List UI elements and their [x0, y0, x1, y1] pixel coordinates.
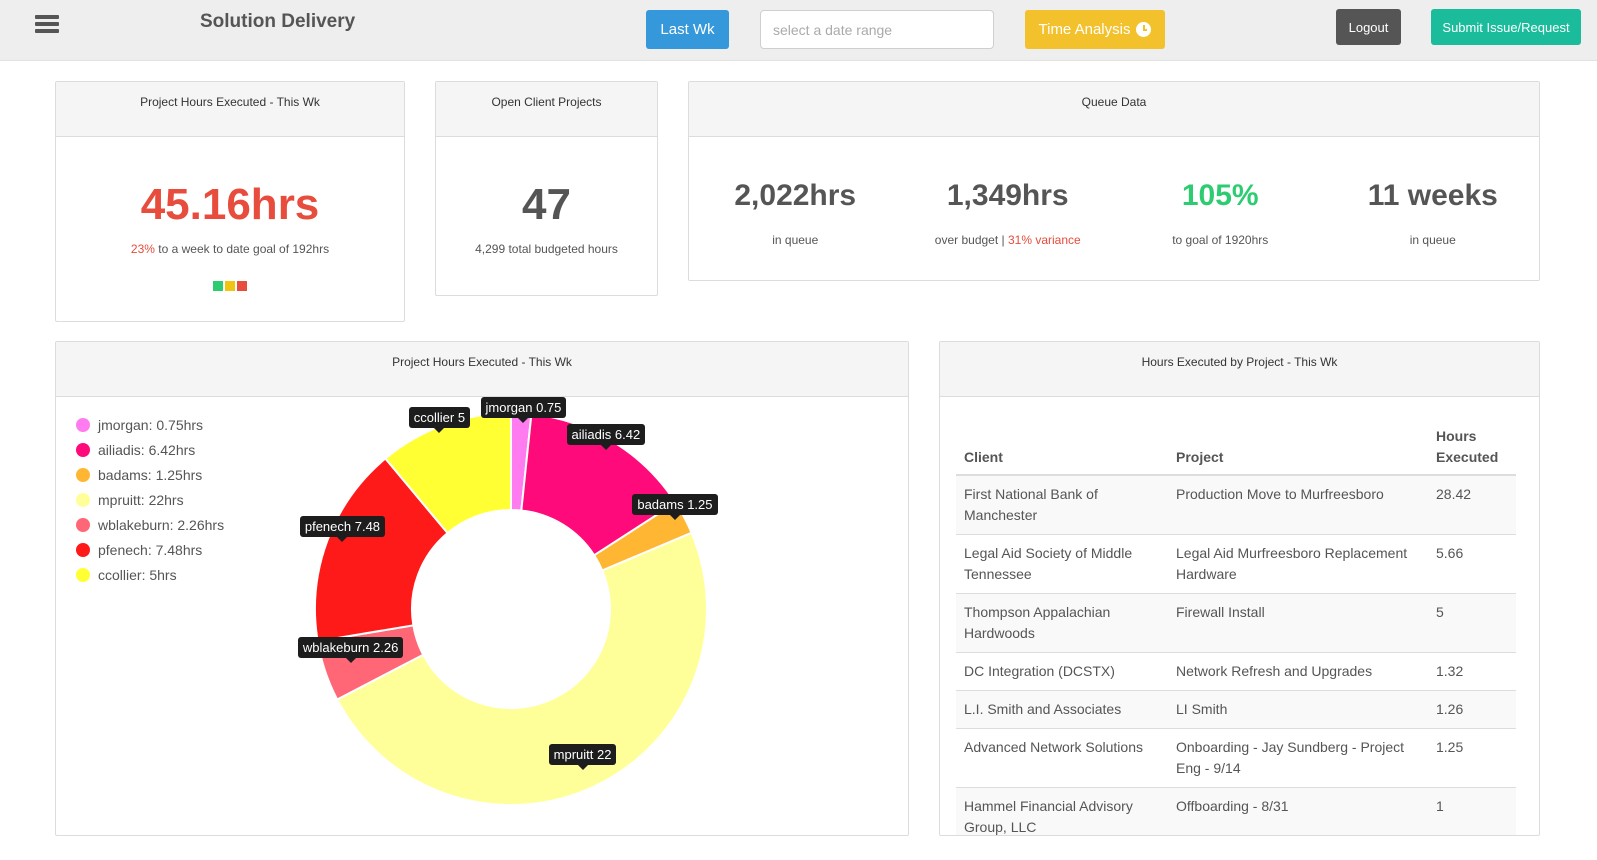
queue-value: 105%	[1181, 179, 1259, 212]
cell-client: DC Integration (DCSTX)	[956, 652, 1168, 691]
queue-stat-weeks: 11 weeks in queue	[1327, 179, 1540, 247]
cell-hours: 1.25	[1428, 728, 1516, 788]
queue-label-row: over budget | 31% variance	[902, 233, 1115, 247]
queue-value: 11 weeks	[1367, 179, 1498, 212]
table-header-row: Client Project Hours Executed	[956, 420, 1516, 476]
card-title: Project Hours Executed - This Wk	[56, 82, 404, 137]
projects-table: Client Project Hours Executed First Nati…	[956, 420, 1516, 835]
time-analysis-button[interactable]: Time Analysis	[1025, 10, 1165, 49]
queue-label: in queue	[772, 233, 819, 247]
queue-label: in queue	[1409, 233, 1456, 247]
card-title: Open Client Projects	[436, 82, 657, 137]
card-title: Project Hours Executed - This Wk	[56, 342, 908, 397]
project-hours-card: Project Hours Executed - This Wk 45.16hr…	[55, 81, 405, 322]
logout-button[interactable]: Logout	[1336, 9, 1401, 45]
cell-client: Hammel Financial Advisory Group, LLC	[956, 787, 1168, 835]
submit-issue-button[interactable]: Submit Issue/Request	[1431, 9, 1581, 45]
cell-hours: 1	[1428, 787, 1516, 835]
cell-project: Production Move to Murfreesboro	[1168, 474, 1428, 535]
table-row: L.I. Smith and Associates LI Smith 1.26	[956, 690, 1516, 729]
status-yellow	[225, 281, 235, 291]
top-bar: Solution Delivery Last Wk Time Analysis …	[0, 0, 1597, 61]
variance-text: 31% variance	[1007, 233, 1081, 247]
status-red	[237, 281, 247, 291]
cell-client: L.I. Smith and Associates	[956, 690, 1168, 729]
status-indicator	[56, 281, 404, 291]
hours-by-project-card: Hours Executed by Project - This Wk Clie…	[939, 341, 1540, 836]
cell-client: Advanced Network Solutions	[956, 728, 1168, 788]
projects-value: 47	[522, 180, 571, 229]
cell-client: Thompson Appalachian Hardwoods	[956, 593, 1168, 653]
cell-project: Network Refresh and Upgrades	[1168, 652, 1428, 691]
menu-icon[interactable]	[35, 15, 59, 37]
time-analysis-label: Time Analysis	[1038, 21, 1131, 38]
hours-value: 45.16hrs	[140, 180, 320, 229]
cell-hours: 28.42	[1428, 474, 1516, 535]
card-title: Hours Executed by Project - This Wk	[940, 342, 1539, 397]
date-range-input[interactable]	[760, 10, 994, 49]
column-header-project: Project	[1168, 420, 1428, 476]
table-row: Thompson Appalachian Hardwoods Firewall I…	[956, 593, 1516, 653]
queue-stat-in-queue: 2,022hrs in queue	[689, 179, 902, 247]
projects-sub: 4,299 total budgeted hours	[475, 242, 618, 256]
column-header-hours: Hours Executed	[1428, 420, 1516, 476]
cell-hours: 1.32	[1428, 652, 1516, 691]
queue-data-card: Queue Data 2,022hrs in queue 1,349hrs ov…	[688, 81, 1540, 281]
queue-stat-goal: 105% to goal of 1920hrs	[1114, 179, 1327, 247]
app-title: Solution Delivery	[200, 11, 356, 32]
table-row: Legal Aid Society of Middle Tennessee Leg…	[956, 534, 1516, 594]
cell-project: Offboarding - 8/31	[1168, 787, 1428, 835]
status-green	[213, 281, 223, 291]
cell-project: LI Smith	[1168, 690, 1428, 729]
table-row: Advanced Network Solutions Onboarding - J…	[956, 728, 1516, 788]
cell-hours: 5	[1428, 593, 1516, 653]
cell-hours: 1.26	[1428, 690, 1516, 729]
hours-percent: 23%	[130, 242, 155, 256]
queue-stat-over-budget: 1,349hrs over budget | 31% variance	[902, 179, 1115, 247]
queue-value: 1,349hrs	[946, 179, 1069, 212]
cell-hours: 5.66	[1428, 534, 1516, 594]
hours-goal-label: to a week to date goal of 192hrs	[154, 242, 330, 256]
card-title: Queue Data	[689, 82, 1539, 137]
table-row: First National Bank of Manchester Product…	[956, 474, 1516, 535]
cell-project: Firewall Install	[1168, 593, 1428, 653]
table-row: Hammel Financial Advisory Group, LLC Offb…	[956, 787, 1516, 835]
open-projects-card: Open Client Projects 47 4,299 total budg…	[435, 81, 658, 296]
column-header-client: Client	[956, 420, 1168, 476]
donut-chart	[314, 411, 708, 806]
cell-client: Legal Aid Society of Middle Tennessee	[956, 534, 1168, 594]
queue-label: over budget |	[934, 233, 1008, 247]
queue-value: 2,022hrs	[734, 179, 857, 212]
clock-icon	[1136, 22, 1152, 37]
table-row: DC Integration (DCSTX) Network Refresh an…	[956, 652, 1516, 691]
queue-label: to goal of 1920hrs	[1172, 233, 1269, 247]
hours-goal-text: 23% to a week to date goal of 192hrs	[56, 242, 404, 256]
last-week-button[interactable]: Last Wk	[646, 10, 729, 49]
cell-project: Onboarding - Jay Sundberg - Project Eng …	[1168, 728, 1428, 788]
cell-project: Legal Aid Murfreesboro Replacement Hardw…	[1168, 534, 1428, 594]
cell-client: First National Bank of Manchester	[956, 474, 1168, 535]
donut-chart-card: Project Hours Executed - This Wk jmorgan…	[55, 341, 909, 836]
